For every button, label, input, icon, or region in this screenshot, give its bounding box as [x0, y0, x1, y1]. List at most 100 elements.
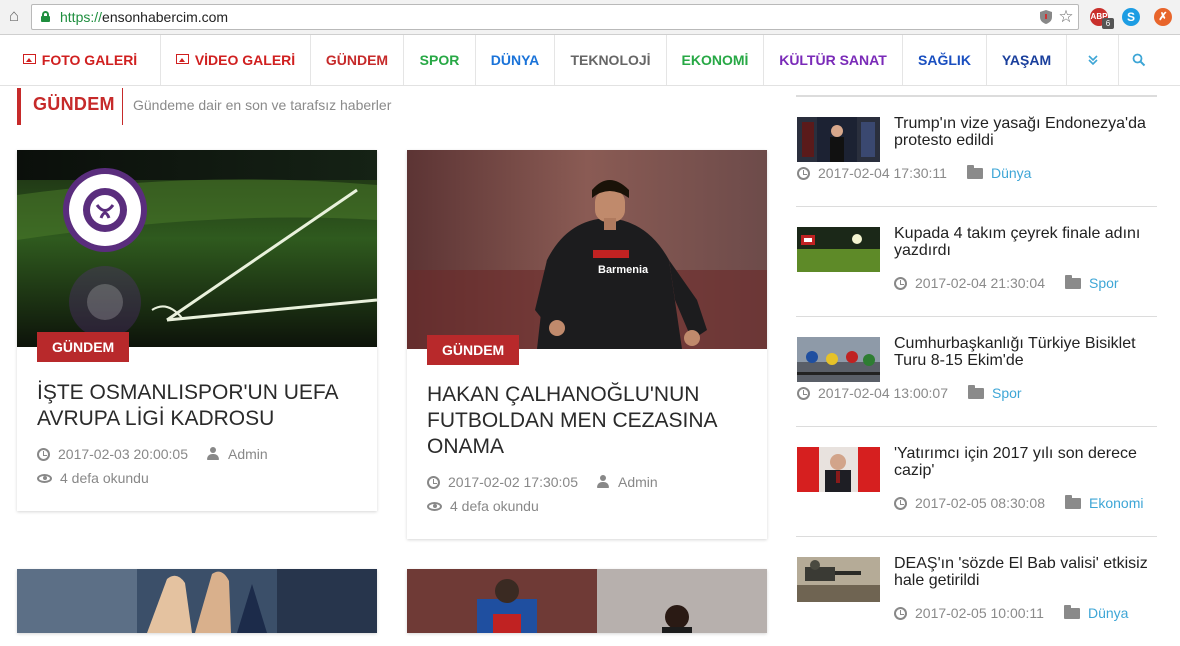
- news-thumbnail[interactable]: [797, 557, 880, 602]
- news-meta: 2017-02-04 13:00:07 Spor: [797, 384, 1022, 401]
- url-scheme: https://: [60, 9, 103, 25]
- news-category[interactable]: Ekonomi: [1089, 495, 1143, 511]
- section-title: GÜNDEM: [33, 94, 115, 114]
- news-title[interactable]: Trump'ın vize yasağı Endonezya'da protes…: [894, 115, 1156, 149]
- nav-item-dunya[interactable]: DÜNYA: [476, 35, 555, 85]
- sidebar-news-item[interactable]: Trump'ın vize yasağı Endonezya'da protes…: [796, 96, 1157, 206]
- news-title[interactable]: 'Yatırımcı için 2017 yılı son derece caz…: [894, 445, 1156, 479]
- nav-search-button[interactable]: [1119, 35, 1159, 85]
- news-title[interactable]: Cumhurbaşkanlığı Türkiye Bisiklet Turu 8…: [894, 335, 1156, 369]
- address-bar[interactable]: https://ensonhabercim.com ☆: [31, 4, 1079, 30]
- user-icon: [206, 447, 220, 461]
- nav-item-label: TEKNOLOJİ: [570, 52, 651, 68]
- adblock-count-badge: 6: [1102, 18, 1114, 29]
- clock-icon: [894, 606, 907, 620]
- clock-icon: [797, 386, 810, 400]
- picture-icon: [22, 54, 36, 64]
- article-card[interactable]: Barmenia GÜNDEM HAKAN ÇALHANOĞLU'NUN FUT…: [407, 150, 767, 539]
- news-category[interactable]: Dünya: [991, 165, 1031, 181]
- main-navigation: FOTO GALERİ VİDEO GALERİ GÜNDEM SPOR DÜN…: [0, 35, 1180, 86]
- folder-icon: [966, 164, 983, 179]
- sidebar-news-item[interactable]: Kupada 4 takım çeyrek finale adını yazdı…: [796, 206, 1157, 316]
- news-thumbnail[interactable]: [797, 117, 880, 162]
- article-views-row: 4 defa okundu: [37, 470, 149, 486]
- nav-item-saglik[interactable]: SAĞLIK: [903, 35, 987, 85]
- article-meta: 2017-02-02 17:30:05 Admin: [427, 474, 658, 490]
- article-author[interactable]: Admin: [228, 446, 268, 462]
- folder-icon: [1065, 274, 1081, 289]
- article-views: 4 defa okundu: [450, 498, 539, 514]
- nav-item-label: KÜLTÜR SANAT: [779, 52, 887, 68]
- folder-icon: [968, 384, 984, 399]
- nav-item-label: SAĞLIK: [918, 52, 971, 68]
- home-icon[interactable]: ⌂: [4, 6, 24, 26]
- shield-icon[interactable]: [1038, 9, 1054, 25]
- eye-icon: [427, 501, 442, 511]
- article-card[interactable]: [407, 569, 767, 633]
- section-divider: [122, 88, 123, 125]
- nav-item-label: GÜNDEM: [325, 52, 389, 68]
- news-category[interactable]: Spor: [1089, 275, 1119, 291]
- nav-item-video-galeri[interactable]: VİDEO GALERİ: [161, 35, 311, 85]
- article-title[interactable]: HAKAN ÇALHANOĞLU'NUN FUTBOLDAN MEN CEZAS…: [427, 382, 747, 460]
- news-meta: 2017-02-04 21:30:04 Spor: [894, 274, 1119, 291]
- article-image[interactable]: [407, 569, 767, 633]
- news-meta: 2017-02-04 17:30:11 Dünya: [797, 164, 1031, 181]
- news-thumbnail[interactable]: [797, 227, 880, 272]
- news-title[interactable]: DEAŞ'ın 'sözde El Bab valisi' etkisiz ha…: [894, 555, 1156, 589]
- news-meta: 2017-02-05 10:00:11 Dünya: [894, 604, 1128, 621]
- article-date: 2017-02-02 17:30:05: [448, 474, 578, 490]
- article-image[interactable]: Barmenia: [407, 150, 767, 349]
- double-chevron-down-icon: [1087, 55, 1098, 66]
- news-thumbnail[interactable]: [797, 337, 880, 382]
- clock-icon: [797, 166, 810, 180]
- skype-icon[interactable]: S: [1122, 8, 1140, 26]
- clock-icon: [894, 496, 907, 510]
- news-thumbnail[interactable]: [797, 447, 880, 492]
- lock-icon: [41, 11, 50, 22]
- extension-icon[interactable]: ✗: [1154, 8, 1172, 26]
- nav-item-label: FOTO GALERİ: [41, 52, 138, 68]
- article-title[interactable]: İŞTE OSMANLISPOR'UN UEFA AVRUPA LİGİ KAD…: [37, 380, 357, 432]
- news-date: 2017-02-05 08:30:08: [915, 495, 1045, 511]
- news-title[interactable]: Kupada 4 takım çeyrek finale adını yazdı…: [894, 225, 1156, 259]
- clock-icon: [37, 447, 50, 461]
- star-icon[interactable]: ☆: [1058, 8, 1074, 25]
- article-views: 4 defa okundu: [60, 470, 149, 486]
- news-date: 2017-02-04 21:30:04: [915, 275, 1045, 291]
- category-badge[interactable]: GÜNDEM: [37, 332, 130, 362]
- news-date: 2017-02-04 17:30:11: [818, 165, 947, 181]
- article-author[interactable]: Admin: [618, 474, 658, 490]
- nav-more-button[interactable]: [1067, 35, 1119, 85]
- url-host: ensonhabercim.com: [102, 9, 229, 25]
- nav-item-label: EKONOMİ: [681, 52, 749, 68]
- article-image[interactable]: [17, 150, 377, 347]
- picture-icon: [175, 54, 189, 64]
- nav-item-ekonomi[interactable]: EKONOMİ: [667, 35, 764, 85]
- sidebar-news-item[interactable]: DEAŞ'ın 'sözde El Bab valisi' etkisiz ha…: [796, 536, 1157, 646]
- url-text[interactable]: https://ensonhabercim.com: [60, 9, 228, 25]
- sidebar-news-item[interactable]: Cumhurbaşkanlığı Türkiye Bisiklet Turu 8…: [796, 316, 1157, 426]
- search-icon: [1132, 53, 1146, 67]
- nav-item-foto-galeri[interactable]: FOTO GALERİ: [0, 35, 161, 85]
- sidebar-news-item[interactable]: 'Yatırımcı için 2017 yılı son derece caz…: [796, 426, 1157, 536]
- nav-item-teknoloji[interactable]: TEKNOLOJİ: [555, 35, 667, 85]
- article-meta: 2017-02-03 20:00:05 Admin: [37, 446, 268, 462]
- folder-icon: [1063, 604, 1080, 619]
- article-card[interactable]: GÜNDEM İŞTE OSMANLISPOR'UN UEFA AVRUPA L…: [17, 150, 377, 511]
- news-category[interactable]: Dünya: [1088, 605, 1128, 621]
- eye-icon: [37, 473, 52, 483]
- article-card[interactable]: [17, 569, 377, 633]
- article-date: 2017-02-03 20:00:05: [58, 446, 188, 462]
- clock-icon: [894, 276, 907, 290]
- category-badge[interactable]: GÜNDEM: [427, 335, 520, 365]
- news-date: 2017-02-05 10:00:11: [915, 605, 1044, 621]
- news-meta: 2017-02-05 08:30:08 Ekonomi: [894, 494, 1143, 511]
- article-image[interactable]: [17, 569, 377, 633]
- nav-item-yasam[interactable]: YAŞAM: [987, 35, 1067, 85]
- nav-item-label: DÜNYA: [490, 52, 540, 68]
- nav-item-kultur-sanat[interactable]: KÜLTÜR SANAT: [764, 35, 903, 85]
- news-category[interactable]: Spor: [992, 385, 1022, 401]
- nav-item-spor[interactable]: SPOR: [404, 35, 476, 85]
- nav-item-gundem[interactable]: GÜNDEM: [311, 35, 404, 85]
